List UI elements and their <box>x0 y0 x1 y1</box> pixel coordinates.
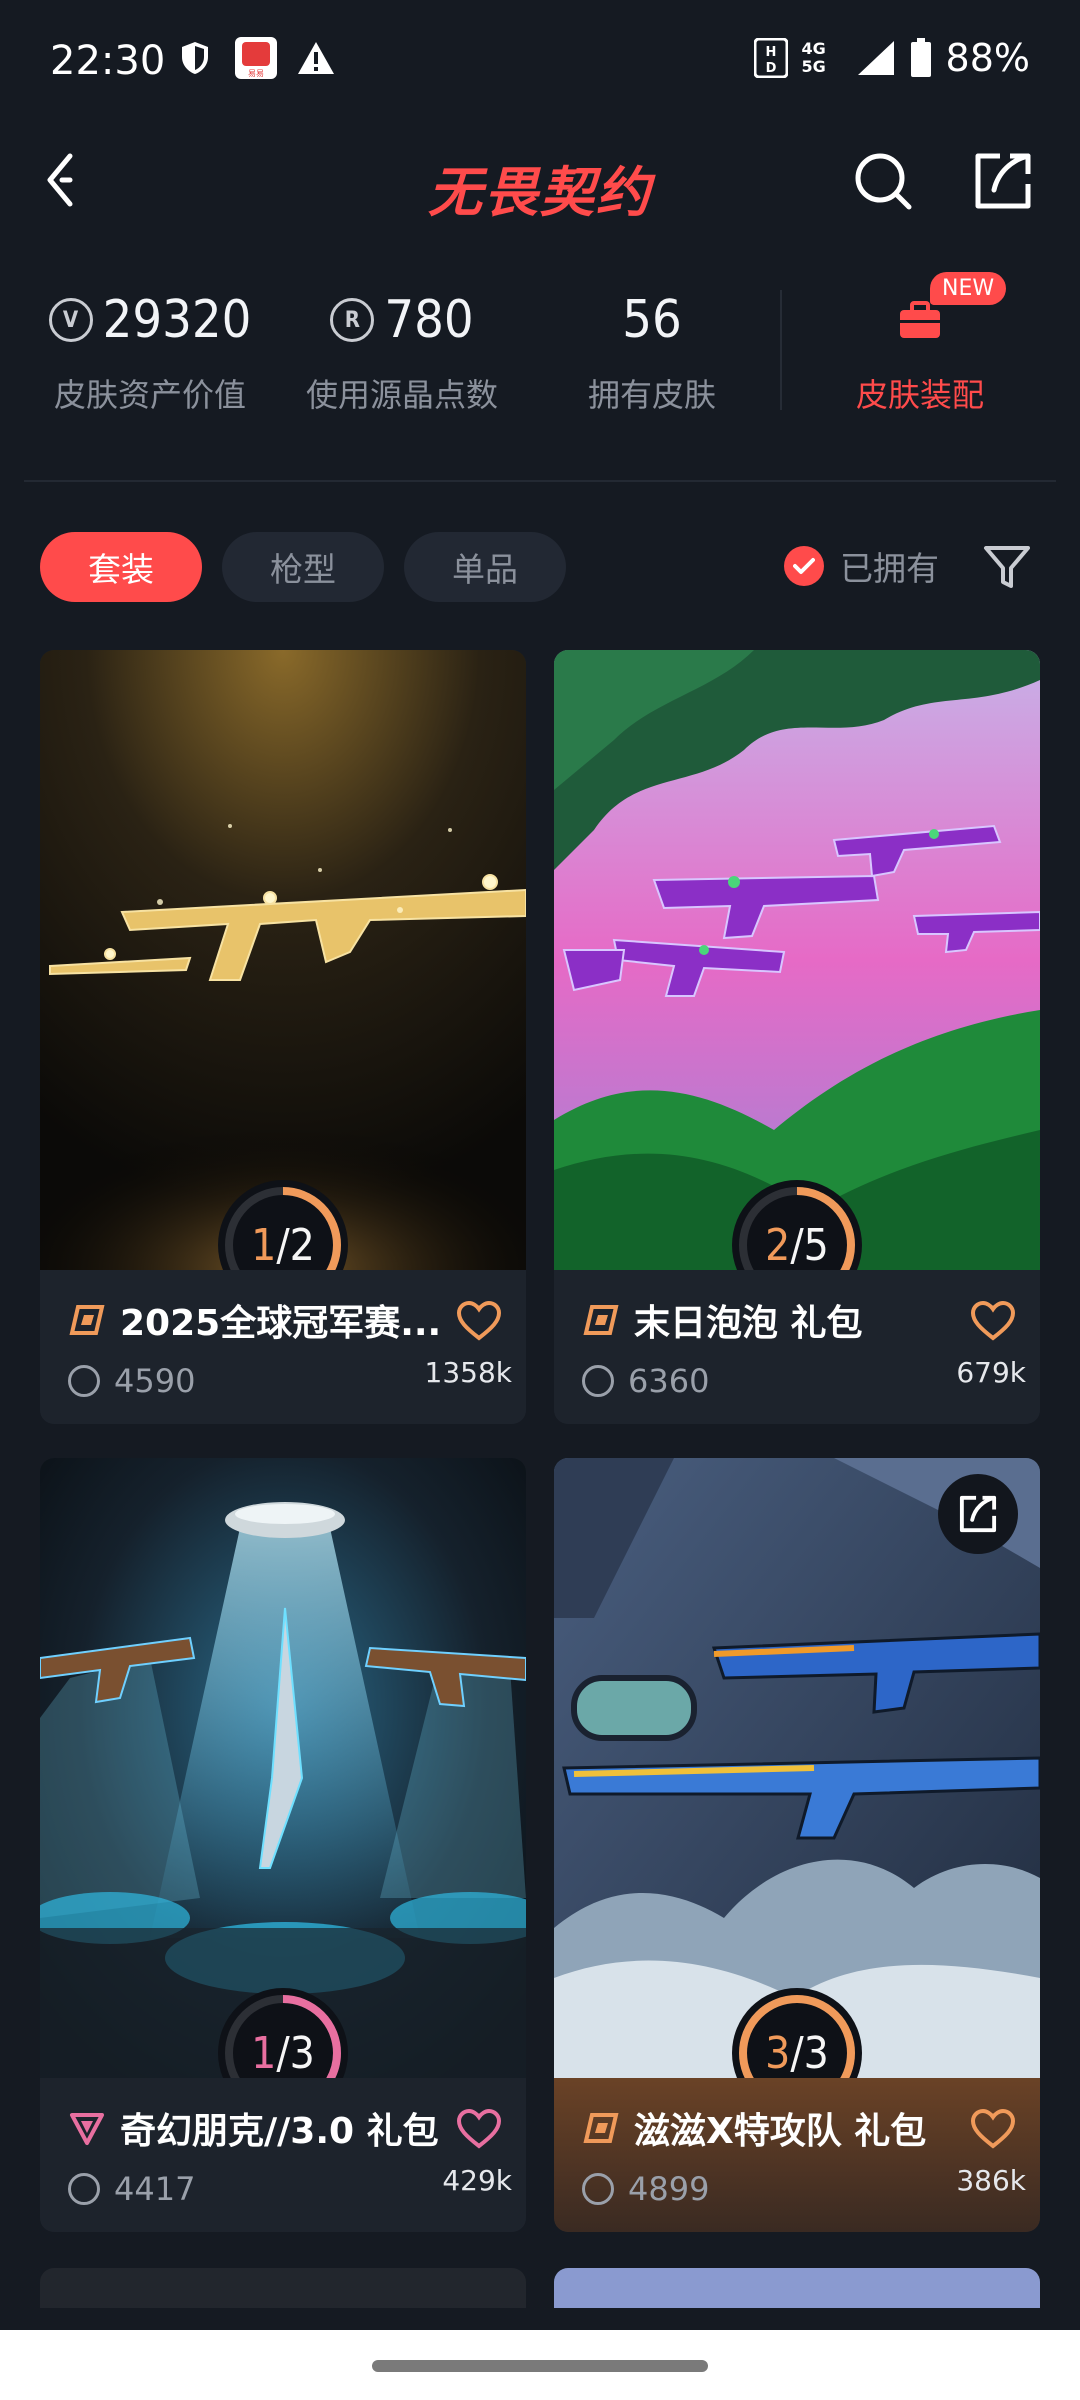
bundle-title: 滋滋X特攻队 礼包 <box>634 2111 927 2152</box>
check-icon <box>784 546 824 586</box>
bundle-info: 滋滋X特攻队 礼包 4899 386k <box>554 2078 1040 2232</box>
bundle-card[interactable]: 1/2 2025全球冠军赛... 4590 1358k <box>40 650 526 1424</box>
bundle-likes: 679k <box>956 1356 1026 1389</box>
vp-coin-icon <box>68 2173 100 2205</box>
vp-coin-icon <box>582 1365 614 1397</box>
bundle-info: 奇幻朋克//3.0 礼包 4417 429k <box>40 2078 526 2232</box>
heart-icon[interactable] <box>970 2108 1016 2150</box>
owned-filter-label: 已拥有 <box>840 549 939 588</box>
progress-owned: 1 <box>251 2027 277 2079</box>
owned-filter-toggle[interactable]: 已拥有 <box>784 542 939 590</box>
stat-asset-value: V 29320 皮肤资产价值 <box>40 280 260 416</box>
stat-value: 56 <box>622 290 682 350</box>
stat-value: 780 <box>384 290 474 350</box>
svg-text:D: D <box>765 61 776 76</box>
progress-owned: 2 <box>765 1219 791 1271</box>
status-right: H D 4G 5G 88% <box>753 36 1030 80</box>
progress-total: /2 <box>276 1219 315 1271</box>
app-header: 无畏契约 <box>0 130 1080 230</box>
filter-row: 套装 枪型 单品 已拥有 <box>40 532 1040 602</box>
vp-coin-icon <box>582 2173 614 2205</box>
progress-owned: 1 <box>251 1219 277 1271</box>
network-type: 4G 5G <box>801 39 826 76</box>
funnel-filter-icon[interactable] <box>980 540 1034 594</box>
bundle-title: 末日泡泡 礼包 <box>634 1303 863 1344</box>
vp-coin-icon <box>68 1365 100 1397</box>
app-notification-icon: 易易 <box>235 37 277 79</box>
share-icon <box>959 1495 997 1533</box>
page-title: 无畏契约 <box>428 161 652 224</box>
stat-label: 皮肤资产价值 <box>53 376 246 414</box>
bundle-image <box>40 1458 526 2078</box>
home-indicator[interactable] <box>372 2360 708 2372</box>
bundle-info: 末日泡泡 礼包 6360 679k <box>554 1270 1040 1424</box>
bundle-title: 2025全球冠军赛... <box>120 1303 442 1344</box>
tab-bundle[interactable]: 套装 <box>40 532 202 602</box>
bundle-price: 6360 <box>628 1362 710 1400</box>
progress-total: /3 <box>276 2027 315 2079</box>
app-screen: 22:30 易易 H D 4G 5G 88% 无畏契约 V 29320 皮肤资产… <box>0 0 1080 2400</box>
bundle-likes: 1358k <box>424 1356 512 1389</box>
premium-tier-icon <box>583 1305 619 1335</box>
next-card-peek <box>554 2268 1040 2308</box>
divider <box>24 480 1056 482</box>
system-nav-bar <box>0 2330 1080 2400</box>
skin-loadout-label: 皮肤装配 <box>855 376 984 414</box>
bundle-price: 4590 <box>114 1362 196 1400</box>
battery-icon <box>910 38 931 77</box>
new-badge: NEW <box>930 272 1007 305</box>
progress-owned: 3 <box>765 2027 791 2079</box>
premium-tier-icon <box>583 2113 619 2143</box>
hd-icon: H D <box>753 38 788 78</box>
card-share-button[interactable] <box>938 1474 1018 1554</box>
status-time: 22:30 <box>50 38 166 84</box>
bundle-card[interactable]: 1/3 奇幻朋克//3.0 礼包 4417 429k <box>40 1458 526 2232</box>
stats-row: V 29320 皮肤资产价值 R 780 使用源晶点数 56 拥有皮肤 NEW … <box>0 272 1080 430</box>
shield-icon <box>182 42 208 74</box>
stat-owned-skins: 56 拥有皮肤 <box>552 280 752 416</box>
bundle-title: 奇幻朋克//3.0 礼包 <box>120 2111 439 2152</box>
bundle-image <box>554 650 1040 1270</box>
bundle-likes: 429k <box>442 2164 512 2197</box>
vp-coin-icon: V <box>48 298 93 342</box>
progress-total: /5 <box>790 1219 829 1271</box>
heart-icon[interactable] <box>970 1300 1016 1342</box>
radianite-icon: R <box>330 298 375 342</box>
stat-label: 使用源晶点数 <box>305 376 498 414</box>
premium-tier-icon <box>69 1305 105 1335</box>
bundle-card[interactable]: 3/3 滋滋X特攻队 礼包 4899 386k <box>554 1458 1040 2232</box>
bundle-price: 4899 <box>628 2170 710 2208</box>
warning-icon <box>298 42 334 74</box>
bundle-price: 4417 <box>114 2170 196 2208</box>
skin-loadout-button[interactable]: NEW 皮肤装配 <box>820 272 1020 416</box>
heart-icon[interactable] <box>456 2108 502 2150</box>
stats-divider <box>780 290 782 410</box>
bundle-card[interactable]: 2/5 末日泡泡 礼包 6360 679k <box>554 650 1040 1424</box>
search-icon[interactable] <box>852 150 914 212</box>
tab-weapon-type[interactable]: 枪型 <box>222 532 384 602</box>
stat-radianite: R 780 使用源晶点数 <box>292 280 512 416</box>
heart-icon[interactable] <box>456 1300 502 1342</box>
bundle-likes: 386k <box>956 2164 1026 2197</box>
tab-single-item[interactable]: 单品 <box>404 532 566 602</box>
status-bar: 22:30 易易 H D 4G 5G 88% <box>0 0 1080 120</box>
stat-label: 拥有皮肤 <box>587 376 716 414</box>
bundle-image <box>40 650 526 1270</box>
svg-text:H: H <box>765 45 776 60</box>
share-icon[interactable] <box>972 150 1034 212</box>
exclusive-tier-icon <box>70 2113 104 2145</box>
briefcase-icon <box>900 301 940 338</box>
bundle-info: 2025全球冠军赛... 4590 1358k <box>40 1270 526 1424</box>
next-card-peek <box>40 2268 526 2308</box>
svg-text:易易: 易易 <box>248 69 264 78</box>
battery-level: 88% <box>945 36 1030 80</box>
signal-icon <box>857 41 894 75</box>
stat-value: 29320 <box>102 290 252 350</box>
progress-total: /3 <box>790 2027 829 2079</box>
